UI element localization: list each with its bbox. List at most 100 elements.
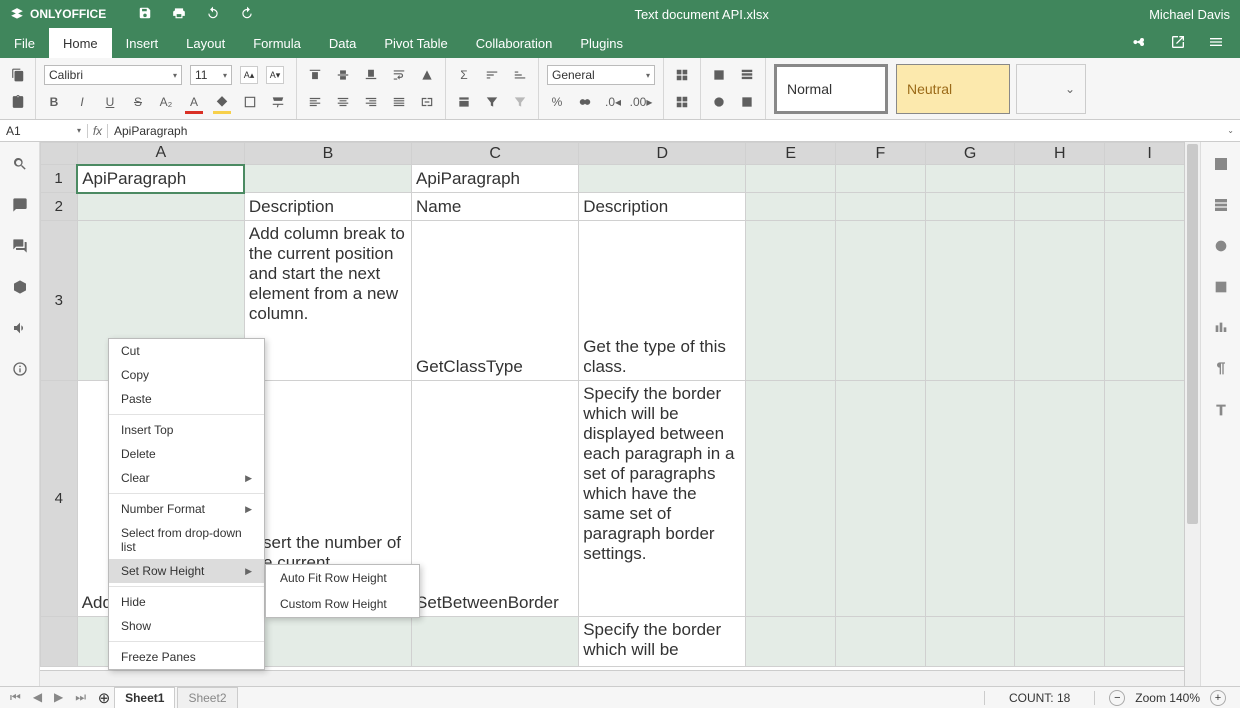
cell-settings-icon[interactable]: [1213, 156, 1229, 175]
ctx-clear[interactable]: Clear▶: [109, 466, 264, 490]
sort-desc-button[interactable]: [510, 65, 530, 85]
cell-style-more-button[interactable]: ⌄: [1016, 64, 1086, 114]
select-all-corner[interactable]: [41, 143, 78, 165]
chat-icon[interactable]: [12, 238, 28, 257]
percent-button[interactable]: %: [547, 92, 567, 112]
cell-B1[interactable]: [244, 165, 411, 193]
menu-layout[interactable]: Layout: [172, 28, 239, 58]
undo-icon[interactable]: [206, 6, 220, 23]
save-icon[interactable]: [138, 6, 152, 23]
ctx-number-format[interactable]: Number Format▶: [109, 497, 264, 521]
col-header-I[interactable]: I: [1105, 143, 1195, 165]
menu-insert[interactable]: Insert: [112, 28, 173, 58]
col-header-C[interactable]: C: [412, 143, 579, 165]
menu-pivot[interactable]: Pivot Table: [370, 28, 461, 58]
name-box[interactable]: A1▾: [0, 124, 88, 138]
chart-settings-icon[interactable]: [1213, 320, 1229, 339]
col-header-H[interactable]: H: [1015, 143, 1105, 165]
sort-asc-button[interactable]: [482, 65, 502, 85]
merge-button[interactable]: [417, 92, 437, 112]
col-header-E[interactable]: E: [746, 143, 836, 165]
more-icon[interactable]: [1208, 34, 1224, 53]
cell-D4[interactable]: Specify the border which will be display…: [579, 381, 746, 617]
zoom-level[interactable]: Zoom 140%: [1135, 691, 1200, 705]
ctx-copy[interactable]: Copy: [109, 363, 264, 387]
cell-D1[interactable]: [579, 165, 746, 193]
cell-C1[interactable]: ApiParagraph: [412, 165, 579, 193]
find-icon[interactable]: [12, 156, 28, 175]
horizontal-scrollbar[interactable]: [40, 670, 1184, 686]
font-grow-button[interactable]: A▴: [240, 66, 258, 84]
cell-style-normal[interactable]: Normal: [774, 64, 888, 114]
cell-A1[interactable]: ApiParagraph: [77, 165, 244, 193]
first-sheet-button[interactable]: ⏮: [10, 690, 21, 705]
menu-data[interactable]: Data: [315, 28, 370, 58]
row-header-2[interactable]: 2: [41, 193, 78, 221]
ctx-delete[interactable]: Delete: [109, 442, 264, 466]
ctx-show[interactable]: Show: [109, 614, 264, 638]
row-header-3[interactable]: 3: [41, 221, 78, 381]
cell-D2[interactable]: Description: [579, 193, 746, 221]
menu-file[interactable]: File: [0, 28, 49, 58]
ctx-hide[interactable]: Hide: [109, 590, 264, 614]
increase-decimal-button[interactable]: .00▸: [631, 92, 651, 112]
share-icon[interactable]: [1132, 34, 1148, 53]
ctx-cut[interactable]: Cut: [109, 339, 264, 363]
ctx-row-height[interactable]: Set Row Height▶: [109, 559, 264, 583]
insert-cells-button[interactable]: [672, 65, 692, 85]
cell-D5[interactable]: Specify the border which will be: [579, 617, 746, 667]
col-header-G[interactable]: G: [925, 143, 1015, 165]
italic-button[interactable]: I: [72, 92, 92, 112]
align-top-button[interactable]: [305, 65, 325, 85]
underline-button[interactable]: U: [100, 92, 120, 112]
paste-icon[interactable]: [8, 92, 28, 112]
orientation-button[interactable]: [417, 65, 437, 85]
open-location-icon[interactable]: [1170, 34, 1186, 53]
number-format-select[interactable]: General▾: [547, 65, 655, 85]
font-name-select[interactable]: Calibri▾: [44, 65, 182, 85]
sum-icon[interactable]: Σ: [454, 65, 474, 85]
align-bottom-button[interactable]: [361, 65, 381, 85]
last-sheet-button[interactable]: ⏭: [75, 690, 86, 705]
font-size-select[interactable]: 11▾: [190, 65, 232, 85]
cell-B3[interactable]: Add column break to the current position…: [244, 221, 411, 381]
format-table-button[interactable]: [737, 65, 757, 85]
next-sheet-button[interactable]: ▶: [54, 690, 63, 705]
align-middle-button[interactable]: [333, 65, 353, 85]
cell-styles-button[interactable]: [709, 92, 729, 112]
accounting-button[interactable]: [575, 92, 595, 112]
cell-D3[interactable]: Get the type of this class.: [579, 221, 746, 381]
align-justify-button[interactable]: [389, 92, 409, 112]
align-left-button[interactable]: [305, 92, 325, 112]
clear-filter-button[interactable]: [510, 92, 530, 112]
font-shrink-button[interactable]: A▾: [266, 66, 284, 84]
table-settings-icon[interactable]: [1213, 197, 1229, 216]
zoom-out-button[interactable]: −: [1109, 690, 1125, 706]
clear-format-button[interactable]: [268, 92, 288, 112]
col-header-F[interactable]: F: [836, 143, 926, 165]
bold-button[interactable]: B: [44, 92, 64, 112]
cell-C2[interactable]: Name: [412, 193, 579, 221]
menu-collab[interactable]: Collaboration: [462, 28, 567, 58]
fill-color-button[interactable]: [212, 92, 232, 112]
strike-button[interactable]: S: [128, 92, 148, 112]
ctx-auto-fit-row-height[interactable]: Auto Fit Row Height: [266, 565, 419, 591]
menu-formula[interactable]: Formula: [239, 28, 315, 58]
row-header-4[interactable]: 4: [41, 381, 78, 617]
menu-home[interactable]: Home: [49, 28, 112, 58]
align-center-button[interactable]: [333, 92, 353, 112]
spellcheck-icon[interactable]: [12, 279, 28, 298]
named-range-button[interactable]: [454, 92, 474, 112]
cell-C3[interactable]: GetClassType: [412, 221, 579, 381]
conditional-format-button[interactable]: [709, 65, 729, 85]
comments-icon[interactable]: [12, 197, 28, 216]
cell-A2[interactable]: [77, 193, 244, 221]
about-icon[interactable]: [12, 361, 28, 380]
row-header-1[interactable]: 1: [41, 165, 78, 193]
ctx-paste[interactable]: Paste: [109, 387, 264, 411]
subscript-button[interactable]: A₂: [156, 92, 176, 112]
cell-style-neutral[interactable]: Neutral: [896, 64, 1010, 114]
image-settings-icon[interactable]: [1213, 279, 1229, 298]
redo-icon[interactable]: [240, 6, 254, 23]
ctx-freeze[interactable]: Freeze Panes: [109, 645, 264, 669]
